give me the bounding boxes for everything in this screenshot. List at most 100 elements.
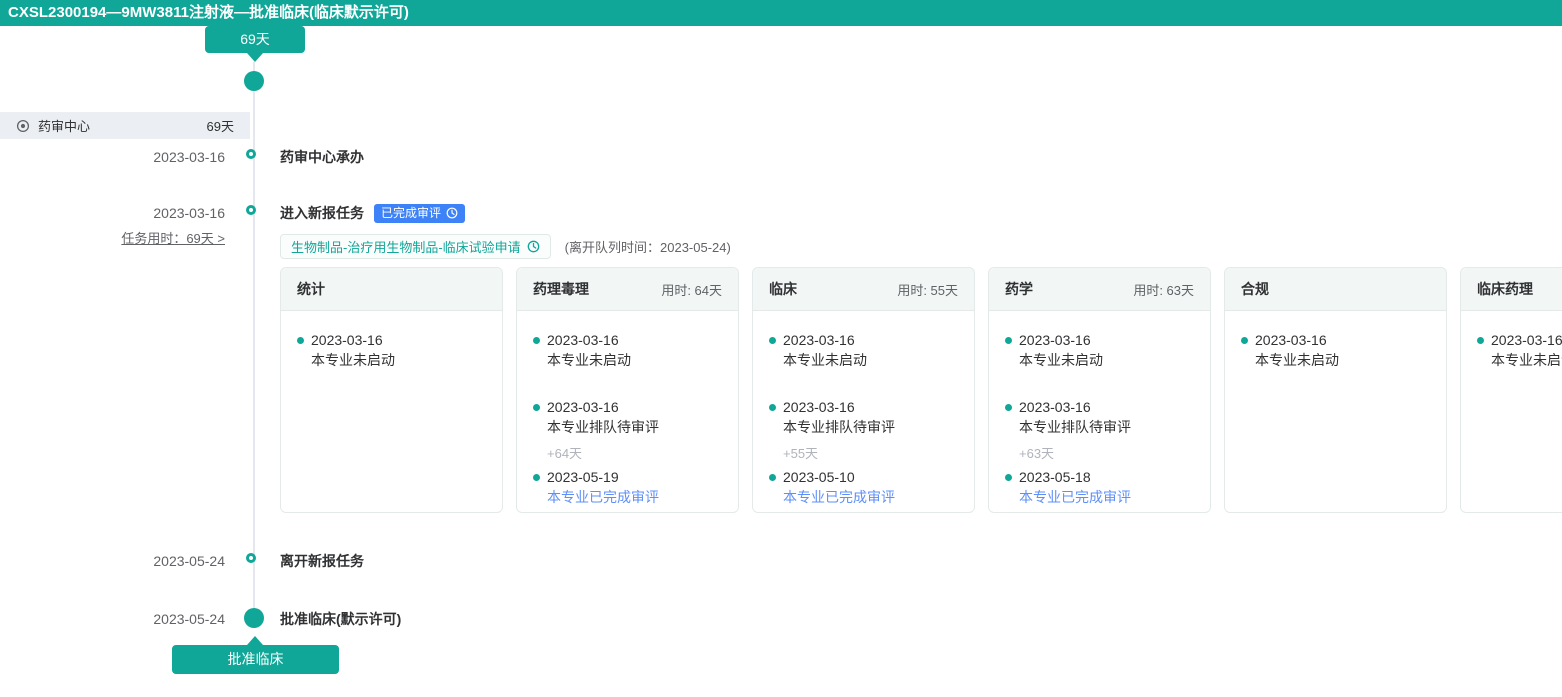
item-status: 本专业排队待审评 bbox=[1019, 418, 1196, 437]
timeline-node-dot bbox=[246, 205, 256, 215]
application-type-tag: 生物制品-治疗用生物制品-临床试验申请 bbox=[280, 234, 551, 259]
specialty-card: 临床药理 2023-03-16本专业未启动 bbox=[1460, 267, 1562, 513]
card-body: 2023-03-16本专业未启动2023-03-16本专业排队待审评+63天20… bbox=[989, 311, 1210, 507]
card-timeline-item: 2023-03-16本专业未启动 bbox=[1005, 331, 1196, 370]
timeline-end-dot bbox=[244, 608, 264, 628]
card-timeline-item: 2023-03-16本专业未启动 bbox=[1477, 331, 1562, 370]
timeline-line bbox=[253, 62, 255, 618]
approve-clinical-button[interactable]: 批准临床 bbox=[172, 645, 339, 674]
bullet-icon bbox=[1005, 474, 1012, 481]
clock-icon bbox=[527, 240, 540, 253]
item-status: 本专业排队待审评 bbox=[547, 418, 724, 437]
item-date: 2023-03-16 bbox=[1255, 331, 1432, 350]
card-timeline-item: 2023-05-10本专业已完成审评 bbox=[769, 468, 960, 507]
card-timeline-item: 2023-05-18本专业已完成审评 bbox=[1005, 468, 1196, 507]
card-timeline-item: 2023-03-16本专业未启动 bbox=[533, 331, 724, 370]
item-status[interactable]: 本专业已完成审评 bbox=[1019, 488, 1196, 507]
card-timeline-item: 2023-03-16本专业排队待审评 bbox=[1005, 398, 1196, 437]
specialty-card: 临床 用时: 55天 2023-03-16本专业未启动2023-03-16本专业… bbox=[752, 267, 975, 513]
bullet-icon bbox=[1005, 404, 1012, 411]
page-title: CXSL2300194—9MW3811注射液—批准临床(临床默示许可) bbox=[0, 0, 1562, 26]
page: CXSL2300194—9MW3811注射液—批准临床(临床默示许可) 69天 … bbox=[0, 0, 1562, 697]
queue-leave-time-note: (离开队列时间：2023-05-24) bbox=[565, 237, 731, 256]
bullet-icon bbox=[1477, 337, 1484, 344]
specialty-card: 统计 2023-03-16本专业未启动 bbox=[280, 267, 503, 513]
card-header: 临床药理 bbox=[1461, 268, 1562, 311]
item-status: 本专业未启动 bbox=[1019, 351, 1196, 370]
item-status: 本专业排队待审评 bbox=[783, 418, 960, 437]
item-status[interactable]: 本专业已完成审评 bbox=[783, 488, 960, 507]
item-date: 2023-03-16 bbox=[783, 331, 960, 350]
item-status: 本专业未启动 bbox=[547, 351, 724, 370]
task-duration-link[interactable]: 任务用时：69天 > bbox=[0, 230, 225, 248]
item-date: 2023-03-16 bbox=[1019, 398, 1196, 417]
bullet-icon bbox=[533, 474, 540, 481]
event-label: 药审中心承办 bbox=[280, 147, 364, 167]
specialty-card: 合规 2023-03-16本专业未启动 bbox=[1224, 267, 1447, 513]
card-header: 临床 用时: 55天 bbox=[753, 268, 974, 311]
card-header: 统计 bbox=[281, 268, 502, 311]
timeline-node-dot bbox=[246, 149, 256, 159]
card-body: 2023-03-16本专业未启动 bbox=[1461, 311, 1562, 370]
item-status: 本专业未启动 bbox=[1491, 351, 1562, 370]
card-body: 2023-03-16本专业未启动2023-03-16本专业排队待审评+64天20… bbox=[517, 311, 738, 507]
timeline-row-leave-task: 2023-05-24 离开新报任务 bbox=[0, 551, 1562, 571]
location-icon bbox=[16, 119, 30, 133]
item-status[interactable]: 本专业已完成审评 bbox=[547, 488, 724, 507]
item-date: 2023-03-16 bbox=[1019, 331, 1196, 350]
bullet-icon bbox=[533, 337, 540, 344]
card-timeline-item: 2023-03-16本专业未启动 bbox=[1241, 331, 1432, 370]
event-label: 离开新报任务 bbox=[280, 551, 364, 571]
specialty-card: 药理毒理 用时: 64天 2023-03-16本专业未启动2023-03-16本… bbox=[516, 267, 739, 513]
card-timeline-item: 2023-03-16本专业排队待审评 bbox=[769, 398, 960, 437]
bullet-icon bbox=[1241, 337, 1248, 344]
item-status: 本专业未启动 bbox=[1255, 351, 1432, 370]
event-date: 2023-03-16 bbox=[0, 203, 225, 223]
specialty-cards-row: 统计 2023-03-16本专业未启动 药理毒理 用时: 64天 2023-03… bbox=[280, 267, 1562, 513]
card-timeline-item: 2023-05-19本专业已完成审评 bbox=[533, 468, 724, 507]
item-status: 本专业未启动 bbox=[311, 351, 488, 370]
bullet-icon bbox=[769, 404, 776, 411]
card-body: 2023-03-16本专业未启动2023-03-16本专业排队待审评+55天20… bbox=[753, 311, 974, 507]
item-date: 2023-03-16 bbox=[1491, 331, 1562, 350]
card-title: 药学 bbox=[1005, 279, 1033, 299]
card-timeline-item: 2023-03-16本专业排队待审评 bbox=[533, 398, 724, 437]
card-header: 药理毒理 用时: 64天 bbox=[517, 268, 738, 311]
timeline-start-dot bbox=[244, 71, 264, 91]
specialty-card: 药学 用时: 63天 2023-03-16本专业未启动2023-03-16本专业… bbox=[988, 267, 1211, 513]
card-timeline-item: 2023-03-16本专业未启动 bbox=[297, 331, 488, 370]
item-status: 本专业未启动 bbox=[783, 351, 960, 370]
timeline-row-enter-task: 2023-03-16 进入新报任务 已完成审评 bbox=[0, 203, 1562, 223]
item-date: 2023-03-16 bbox=[783, 398, 960, 417]
card-body: 2023-03-16本专业未启动 bbox=[281, 311, 502, 370]
card-duration: 用时: 64天 bbox=[661, 280, 722, 299]
bullet-icon bbox=[297, 337, 304, 344]
bullet-icon bbox=[769, 474, 776, 481]
item-date: 2023-03-16 bbox=[547, 331, 724, 350]
event-date: 2023-03-16 bbox=[0, 147, 225, 167]
total-duration-callout: 69天 bbox=[205, 26, 305, 53]
review-center-duration: 69天 bbox=[207, 116, 234, 135]
application-tag-row: 生物制品-治疗用生物制品-临床试验申请 (离开队列时间：2023-05-24) bbox=[280, 234, 731, 259]
event-label: 批准临床(默示许可) bbox=[280, 608, 401, 630]
item-date: 2023-03-16 bbox=[311, 331, 488, 350]
card-header: 合规 bbox=[1225, 268, 1446, 311]
timeline-row-accepted: 2023-03-16 药审中心承办 bbox=[0, 147, 1562, 167]
card-header: 药学 用时: 63天 bbox=[989, 268, 1210, 311]
card-title: 统计 bbox=[297, 279, 325, 299]
bullet-icon bbox=[1005, 337, 1012, 344]
card-title: 临床 bbox=[769, 279, 797, 299]
card-duration: 用时: 63天 bbox=[1133, 280, 1194, 299]
timeline-row-approved: 2023-05-24 批准临床(默示许可) bbox=[0, 608, 1562, 630]
card-title: 药理毒理 bbox=[533, 279, 589, 299]
item-date: 2023-05-19 bbox=[547, 468, 724, 487]
card-duration: 用时: 55天 bbox=[897, 280, 958, 299]
event-date: 2023-05-24 bbox=[0, 551, 225, 571]
queue-days-note: +63天 bbox=[1019, 446, 1196, 462]
card-body: 2023-03-16本专业未启动 bbox=[1225, 311, 1446, 370]
card-title: 合规 bbox=[1241, 279, 1269, 299]
item-date: 2023-03-16 bbox=[547, 398, 724, 417]
bullet-icon bbox=[533, 404, 540, 411]
review-center-bar: 药审中心 69天 bbox=[0, 112, 250, 139]
card-title: 临床药理 bbox=[1477, 279, 1533, 299]
